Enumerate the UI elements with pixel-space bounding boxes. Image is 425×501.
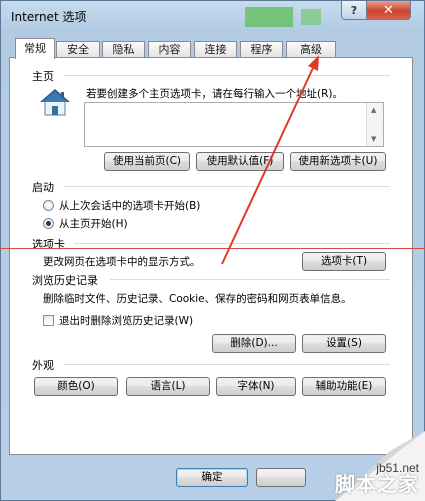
startup-group-label: 启动 [32, 181, 54, 194]
tab-general[interactable]: 常规 [15, 38, 55, 59]
group-divider [74, 243, 390, 244]
group-divider [64, 186, 390, 187]
title-bar[interactable]: Internet 选项 ? ✕ [1, 1, 424, 31]
use-new-tab-button[interactable]: 使用新选项卡(U) [290, 152, 386, 171]
tab-advanced[interactable]: 高级 [286, 41, 336, 58]
home-description: 若要创建多个主页选项卡，请在每行输入一个地址(R)。 [86, 88, 343, 100]
window-title: Internet 选项 [11, 10, 87, 24]
delete-on-exit-checkbox[interactable] [43, 315, 54, 326]
appearance-group-label: 外观 [32, 359, 54, 372]
home-group-label: 主页 [32, 70, 54, 83]
background-window-fragment [301, 9, 321, 25]
use-default-button[interactable]: 使用默认值(F) [196, 152, 284, 171]
startup-home-label: 从主页开始(H) [59, 218, 128, 230]
tab-programs[interactable]: 程序 [240, 41, 283, 58]
house-icon [40, 89, 70, 116]
textarea-scrollbar[interactable]: ▲ ▼ [366, 103, 383, 146]
watermark-brand: 脚本之家 [335, 472, 419, 496]
accessibility-button[interactable]: 辅助功能(E) [302, 377, 386, 396]
startup-last-session-radio[interactable] [43, 200, 54, 211]
annotation-line [0, 248, 425, 249]
close-button[interactable]: ✕ [366, 1, 411, 20]
ok-button[interactable]: 确定 [176, 468, 248, 487]
tab-content[interactable]: 内容 [148, 41, 191, 58]
delete-on-exit-label: 退出时删除浏览历史记录(W) [59, 315, 194, 327]
startup-home-radio[interactable] [43, 218, 54, 229]
tabs-group-label: 选项卡 [32, 238, 65, 251]
question-icon: ? [350, 3, 358, 17]
history-group-label: 浏览历史记录 [32, 274, 98, 287]
tabs-settings-button[interactable]: 选项卡(T) [302, 252, 386, 271]
colors-button[interactable]: 颜色(O) [34, 377, 118, 396]
home-page-textarea[interactable]: ▲ ▼ [84, 102, 384, 147]
scroll-up-icon[interactable]: ▲ [371, 106, 376, 114]
tab-privacy[interactable]: 隐私 [102, 41, 145, 58]
history-description: 删除临时文件、历史记录、Cookie、保存的密码和网页表单信息。 [43, 293, 352, 305]
tab-connections[interactable]: 连接 [194, 41, 237, 58]
background-window-fragment [245, 7, 293, 27]
group-divider [64, 75, 390, 76]
startup-last-session-label: 从上次会话中的选项卡开始(B) [59, 200, 201, 212]
use-current-button[interactable]: 使用当前页(C) [104, 152, 190, 171]
help-button[interactable]: ? [341, 1, 367, 20]
history-settings-button[interactable]: 设置(S) [302, 334, 386, 353]
tab-security[interactable]: 安全 [56, 41, 100, 58]
group-divider [110, 279, 390, 280]
close-icon: ✕ [383, 2, 394, 18]
fonts-button[interactable]: 字体(N) [216, 377, 296, 396]
tabs-description: 更改网页在选项卡中的显示方式。 [43, 256, 201, 268]
scroll-down-icon[interactable]: ▼ [371, 135, 376, 143]
delete-history-button[interactable]: 删除(D)... [212, 334, 296, 353]
languages-button[interactable]: 语言(L) [126, 377, 210, 396]
group-divider [64, 364, 390, 365]
